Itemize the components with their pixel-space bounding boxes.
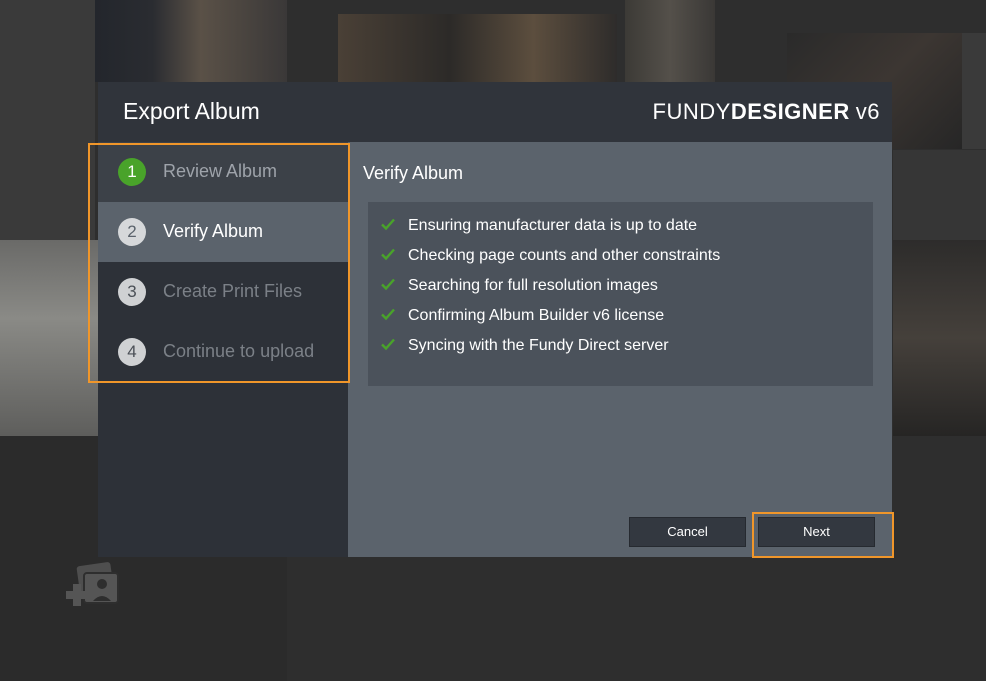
- brand-version: v6: [855, 99, 880, 124]
- verification-checklist: Ensuring manufacturer data is up to date…: [368, 202, 873, 386]
- dialog-header: Export Album FUNDYDESIGNER v6: [98, 82, 892, 142]
- checklist-item-text: Confirming Album Builder v6 license: [408, 307, 665, 324]
- checklist-item-text: Checking page counts and other constrain…: [408, 247, 721, 264]
- background-panel: [962, 33, 986, 149]
- checklist-item: Searching for full resolution images: [380, 271, 870, 301]
- background-photo: [0, 240, 98, 436]
- check-icon: [381, 248, 395, 261]
- background-photo: [338, 14, 617, 82]
- add-photos-icon: [66, 562, 119, 606]
- check-icon: [381, 338, 395, 351]
- check-icon: [381, 308, 395, 321]
- brand-logo-bold: DESIGNER: [730, 99, 850, 124]
- check-icon: [381, 278, 395, 291]
- brand-logo: FUNDYDESIGNER v6: [653, 99, 880, 125]
- checklist-item-text: Ensuring manufacturer data is up to date: [408, 217, 698, 234]
- cancel-button[interactable]: Cancel: [629, 517, 746, 547]
- checklist-item: Checking page counts and other constrain…: [380, 241, 870, 271]
- checklist-item: Confirming Album Builder v6 license: [380, 301, 870, 331]
- background-photo: [893, 240, 986, 436]
- checklist-item-text: Syncing with the Fundy Direct server: [408, 337, 669, 354]
- verify-album-panel: Verify Album Ensuring manufacturer data …: [348, 142, 892, 557]
- checklist-item: Syncing with the Fundy Direct server: [380, 331, 870, 361]
- panel-title: Verify Album: [363, 163, 464, 183]
- checklist-item: Ensuring manufacturer data is up to date: [380, 211, 870, 241]
- brand-logo-light: FUNDY: [652, 99, 731, 124]
- next-button-highlight-outline: [752, 512, 894, 558]
- checklist-item-text: Searching for full resolution images: [408, 277, 658, 294]
- background-photo: [625, 0, 715, 82]
- background-panel: [893, 150, 986, 240]
- dialog-title: Export Album: [123, 98, 260, 124]
- background-photo: [95, 0, 287, 82]
- steps-highlight-outline: [88, 143, 350, 383]
- check-icon: [381, 218, 395, 231]
